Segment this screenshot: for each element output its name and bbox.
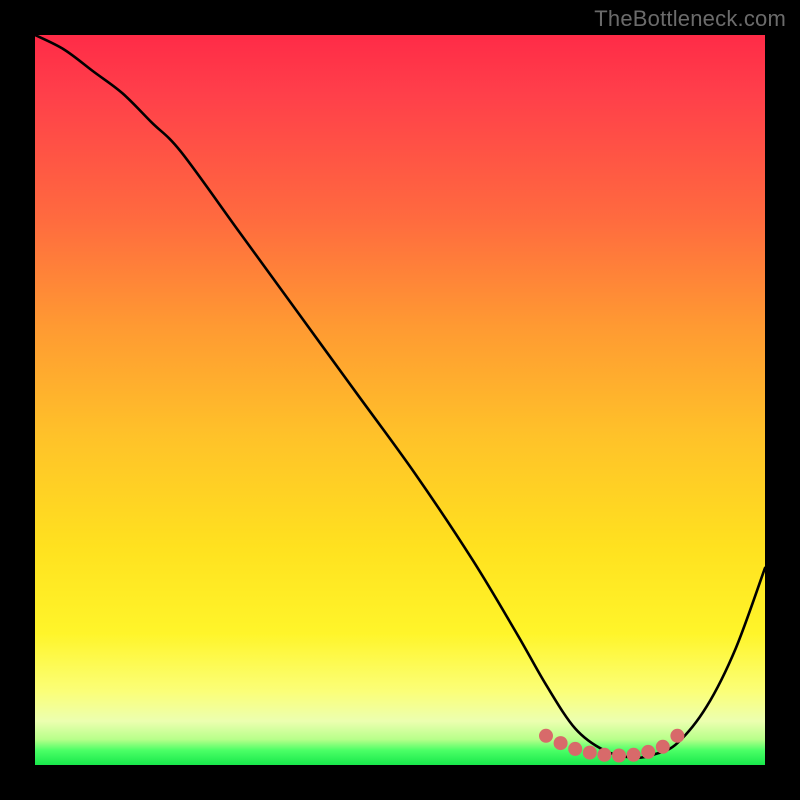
marker-dot [641, 745, 655, 759]
marker-cluster [539, 729, 684, 763]
marker-dot [656, 740, 670, 754]
watermark-text: TheBottleneck.com [594, 6, 786, 32]
chart-frame: TheBottleneck.com [0, 0, 800, 800]
marker-dot [568, 742, 582, 756]
marker-dot [583, 746, 597, 760]
curve-line [35, 35, 765, 758]
marker-dot [612, 749, 626, 763]
marker-dot [554, 736, 568, 750]
marker-dot [597, 748, 611, 762]
marker-dot [627, 748, 641, 762]
plot-area [35, 35, 765, 765]
marker-dot [539, 729, 553, 743]
chart-svg [35, 35, 765, 765]
marker-dot [670, 729, 684, 743]
